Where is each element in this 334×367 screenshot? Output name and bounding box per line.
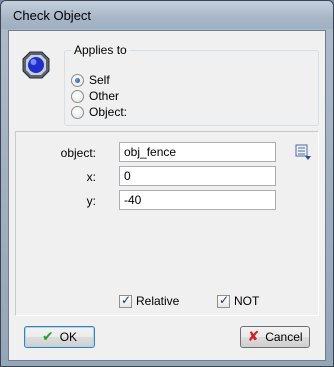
dialog-body: Applies to Self Other Object: object: ob…: [8, 30, 326, 361]
blue-octagon-icon: [22, 51, 50, 79]
not-checkbox-row[interactable]: NOT: [217, 293, 259, 309]
y-field[interactable]: -40: [119, 190, 276, 210]
cancel-label: Cancel: [265, 330, 303, 344]
radio-self[interactable]: Self: [71, 72, 110, 88]
arguments-panel: object: obj_fence x: 0 y: -40 Relative N…: [15, 131, 319, 316]
radio-object[interactable]: Object:: [71, 104, 127, 120]
applies-to-group: Applies to Self Other Object:: [64, 43, 319, 126]
radio-object-label: Object:: [89, 105, 128, 119]
check-object-dialog: Check Object Applies to Self Other Objec…: [0, 0, 334, 367]
radio-self-label: Self: [89, 73, 110, 87]
not-label: NOT: [234, 294, 260, 308]
relative-checkbox-row[interactable]: Relative: [119, 293, 179, 309]
radio-other[interactable]: Other: [71, 88, 119, 104]
radio-self-button[interactable]: [71, 73, 84, 87]
not-checkbox[interactable]: [217, 293, 230, 308]
x-field[interactable]: 0: [119, 166, 276, 186]
window-title: Check Object: [13, 8, 92, 23]
cancel-button[interactable]: ✘ Cancel: [240, 326, 310, 348]
object-label: object:: [60, 146, 96, 160]
title-bar[interactable]: Check Object: [1, 1, 333, 29]
radio-other-button[interactable]: [71, 89, 84, 103]
y-label: y:: [86, 194, 96, 208]
x-label: x:: [86, 170, 96, 184]
radio-other-label: Other: [89, 89, 120, 103]
relative-checkbox[interactable]: [119, 293, 132, 308]
object-field[interactable]: obj_fence: [119, 142, 276, 162]
ok-button[interactable]: ✔ OK: [24, 326, 95, 348]
relative-label: Relative: [136, 294, 180, 308]
ok-label: OK: [59, 330, 78, 344]
applies-to-legend: Applies to: [71, 43, 130, 57]
green-check-icon: ✔: [41, 329, 54, 345]
radio-object-button[interactable]: [71, 105, 84, 119]
red-x-icon: ✘: [247, 329, 260, 345]
object-menu-icon[interactable]: [294, 143, 312, 161]
